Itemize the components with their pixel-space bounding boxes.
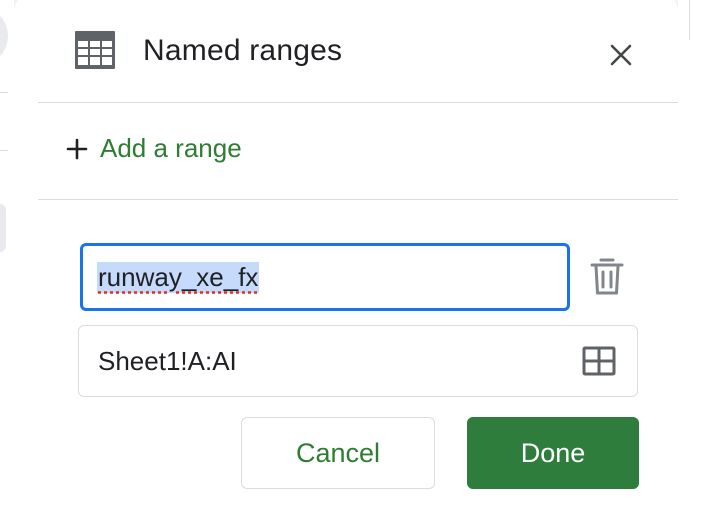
side-strip: [678, 0, 712, 512]
range-reference-value: Sheet1!A:AI: [98, 346, 237, 376]
sheet-background: [0, 0, 14, 512]
close-icon[interactable]: [606, 40, 636, 70]
table-icon: [75, 31, 115, 69]
done-button[interactable]: Done: [467, 417, 639, 489]
cancel-button[interactable]: Cancel: [241, 417, 435, 489]
plus-icon: [66, 138, 88, 159]
grid-icon[interactable]: [582, 346, 616, 376]
background-chip: [0, 204, 6, 252]
add-range-label: Add a range: [100, 133, 242, 163]
add-range-button[interactable]: Add a range: [66, 133, 242, 164]
add-range-row: Add a range: [38, 103, 678, 200]
sheets-window: Named ranges Add a range runway_xe_fx Sh…: [0, 0, 712, 512]
panel-title: Named ranges: [143, 34, 343, 67]
range-reference-input[interactable]: Sheet1!A:AI: [78, 325, 638, 397]
side-divider: [689, 0, 690, 40]
panel-header: Named ranges: [38, 0, 678, 103]
background-divider: [0, 150, 8, 151]
trash-icon[interactable]: [590, 256, 624, 296]
range-name-input[interactable]: runway_xe_fx: [80, 243, 570, 311]
named-ranges-panel: Named ranges Add a range runway_xe_fx Sh…: [14, 0, 678, 512]
range-name-value: runway_xe_fx: [97, 262, 260, 293]
background-divider: [0, 92, 8, 93]
